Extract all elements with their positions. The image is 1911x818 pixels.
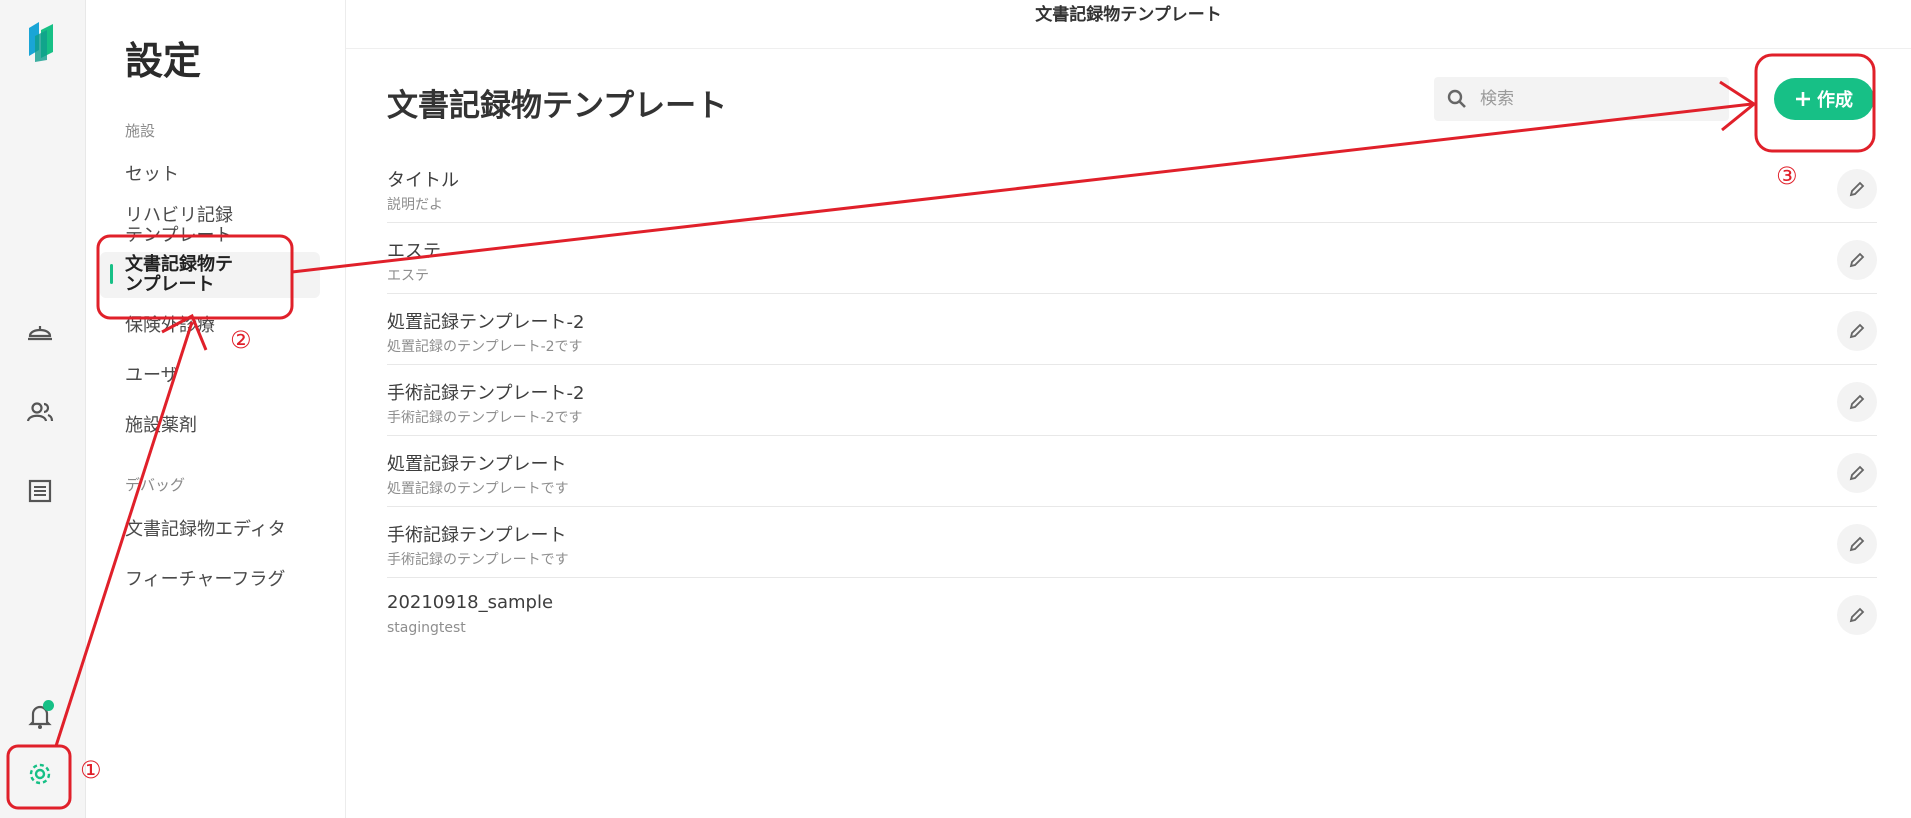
page-title: 文書記録物テンプレート <box>387 88 728 124</box>
edit-button[interactable] <box>1837 240 1877 280</box>
edit-button[interactable] <box>1837 595 1877 635</box>
list-icon[interactable] <box>20 471 60 511</box>
active-indicator <box>110 264 113 284</box>
sidebar-item-rehab-template[interactable]: リハビリ記録テンプレート <box>125 206 245 246</box>
template-title: タイトル <box>387 170 459 191</box>
pencil-icon <box>1849 394 1865 410</box>
edit-button[interactable] <box>1837 382 1877 422</box>
pencil-icon <box>1849 181 1865 197</box>
template-title: 処置記録テンプレート-2 <box>387 312 585 333</box>
template-description: 説明だよ <box>387 197 443 213</box>
edit-button[interactable] <box>1837 453 1877 493</box>
sidebar-item-document-editor[interactable]: 文書記録物エディタ <box>125 520 325 540</box>
sidebar-item-feature-flags[interactable]: フィーチャーフラグ <box>125 570 325 590</box>
template-description: stagingtest <box>387 620 466 636</box>
tray-icon[interactable] <box>20 312 60 352</box>
list-item[interactable]: 手術記録テンプレート 手術記録のテンプレートです <box>387 507 1877 578</box>
sidebar-item-document-template[interactable]: 文書記録物テンプレート <box>100 252 320 298</box>
edit-button[interactable] <box>1837 169 1877 209</box>
template-description: エステ <box>387 268 429 284</box>
search-input[interactable] <box>1478 88 1712 110</box>
template-description: 手術記録のテンプレート-2です <box>387 410 583 426</box>
sidebar-item-set[interactable]: セット <box>125 165 325 185</box>
template-description: 処置記録のテンプレートです <box>387 481 569 497</box>
bell-icon[interactable] <box>20 696 60 736</box>
pencil-icon <box>1849 536 1865 552</box>
pencil-icon <box>1849 323 1865 339</box>
sidebar-item-facility-drugs[interactable]: 施設薬剤 <box>125 416 325 436</box>
icon-rail <box>0 0 86 818</box>
sidebar-title: 設定 <box>125 39 202 83</box>
pencil-icon <box>1849 607 1865 623</box>
template-description: 手術記録のテンプレートです <box>387 552 569 568</box>
sidebar-section-debug: デバッグ <box>125 476 186 494</box>
plus-icon <box>1796 92 1810 106</box>
step-number-2: ② <box>230 326 252 354</box>
template-title: 処置記録テンプレート <box>387 454 567 475</box>
edit-button[interactable] <box>1837 311 1877 351</box>
notification-dot <box>43 700 54 711</box>
window-title: 文書記録物テンプレート <box>346 0 1911 49</box>
template-title: 手術記録テンプレート <box>387 525 567 546</box>
create-button[interactable]: 作成 <box>1774 78 1874 120</box>
users-icon[interactable] <box>20 392 60 432</box>
settings-sidebar: 設定 施設 セット リハビリ記録テンプレート 文書記録物テンプレート 保険外診療… <box>86 0 346 818</box>
step-number-3: ③ <box>1776 162 1798 190</box>
template-title: 手術記録テンプレート-2 <box>387 383 585 404</box>
step-number-1: ① <box>80 756 102 784</box>
list-item[interactable]: 20210918_sample stagingtest <box>387 578 1877 648</box>
search-icon <box>1447 89 1466 108</box>
list-item[interactable]: エステ エステ <box>387 223 1877 294</box>
sidebar-item-label: 文書記録物テンプレート <box>125 254 233 295</box>
list-item[interactable]: 処置記録テンプレート-2 処置記録のテンプレート-2です <box>387 294 1877 365</box>
list-item[interactable]: タイトル 説明だよ <box>387 152 1877 223</box>
template-title: 20210918_sample <box>387 592 554 613</box>
sidebar-section-facility: 施設 <box>125 122 156 140</box>
template-list: タイトル 説明だよ エステ エステ 処置記録テンプレート-2 処置記録のテンプレ… <box>387 152 1877 648</box>
app-logo-icon[interactable] <box>27 20 55 62</box>
search-box[interactable] <box>1434 77 1729 121</box>
list-item[interactable]: 手術記録テンプレート-2 手術記録のテンプレート-2です <box>387 365 1877 436</box>
template-title: エステ <box>387 241 441 262</box>
sidebar-item-non-insurance[interactable]: 保険外診療 <box>125 316 325 336</box>
sidebar-item-users[interactable]: ユーザ <box>125 366 325 386</box>
edit-button[interactable] <box>1837 524 1877 564</box>
list-item[interactable]: 処置記録テンプレート 処置記録のテンプレートです <box>387 436 1877 507</box>
pencil-icon <box>1849 465 1865 481</box>
pencil-icon <box>1849 252 1865 268</box>
template-description: 処置記録のテンプレート-2です <box>387 339 583 355</box>
create-button-label: 作成 <box>1817 90 1853 111</box>
gear-icon[interactable] <box>20 754 60 794</box>
